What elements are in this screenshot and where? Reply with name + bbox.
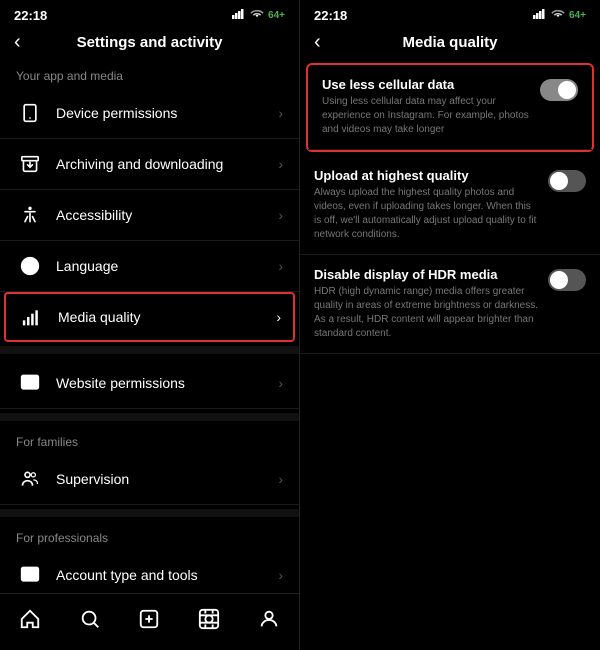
status-icons-right: 64+ (533, 8, 586, 22)
supervision-icon (16, 465, 44, 493)
settings-item-device[interactable]: Device permissions › (0, 88, 299, 139)
accessibility-icon (16, 201, 44, 229)
page-title-left: Settings and activity (77, 34, 223, 51)
website-chevron: › (278, 375, 283, 391)
back-button-right[interactable]: ‹ (314, 31, 321, 54)
nav-search[interactable] (70, 604, 110, 634)
divider-3 (0, 509, 299, 517)
nav-header-left: ‹ Settings and activity (0, 28, 299, 59)
right-panel: 22:18 64+ ‹ Media quality (300, 0, 600, 650)
archive-icon (16, 150, 44, 178)
hdr-name: Disable display of HDR media (314, 267, 540, 282)
nav-add[interactable] (129, 604, 169, 634)
battery-icon-left: 64+ (268, 10, 285, 21)
status-bar-left: 22:18 64+ (0, 0, 299, 28)
accessibility-label: Accessibility (56, 207, 278, 223)
section-label-professionals: For professionals (0, 521, 299, 550)
hdr-info: Disable display of HDR media HDR (high d… (314, 267, 540, 341)
account-tools-chevron: › (278, 567, 283, 583)
bottom-nav-left (0, 593, 299, 650)
signal-icon-left (232, 8, 246, 22)
upload-toggle-knob (550, 172, 568, 190)
upload-toggle[interactable] (548, 170, 586, 192)
supervision-chevron: › (278, 471, 283, 487)
website-label: Website permissions (56, 375, 278, 391)
settings-item-language[interactable]: Language › (0, 241, 299, 292)
settings-item-accessibility[interactable]: Accessibility › (0, 190, 299, 241)
cellular-toggle-knob (558, 81, 576, 99)
media-quality-icon (18, 303, 46, 331)
page-title-right: Media quality (402, 34, 497, 51)
status-bar-right: 22:18 64+ (300, 0, 600, 28)
setting-block-cellular: Use less cellular data Using less cellul… (308, 65, 592, 150)
section-label-families: For families (0, 425, 299, 454)
settings-scroll[interactable]: Your app and media Device permissions › (0, 59, 299, 593)
settings-item-supervision[interactable]: Supervision › (0, 454, 299, 505)
cellular-name: Use less cellular data (322, 77, 532, 92)
hdr-desc: HDR (high dynamic range) media offers gr… (314, 285, 540, 341)
hdr-toggle[interactable] (548, 269, 586, 291)
account-tools-label: Account type and tools (56, 567, 278, 583)
hdr-toggle-knob (550, 271, 568, 289)
nav-header-right: ‹ Media quality (300, 28, 600, 59)
settings-item-media-quality[interactable]: Media quality › (4, 292, 295, 342)
upload-info: Upload at highest quality Always upload … (314, 168, 540, 242)
time-right: 22:18 (314, 8, 347, 23)
archive-chevron: › (278, 156, 283, 172)
language-icon (16, 252, 44, 280)
setting-block-cellular-wrapper: Use less cellular data Using less cellul… (306, 63, 594, 152)
language-label: Language (56, 258, 278, 274)
setting-row-upload: Upload at highest quality Always upload … (314, 168, 586, 242)
section-label-app-media: Your app and media (0, 59, 299, 88)
device-chevron: › (278, 105, 283, 121)
device-label: Device permissions (56, 105, 278, 121)
settings-item-account-tools[interactable]: Account type and tools › (0, 550, 299, 593)
nav-home[interactable] (10, 604, 50, 634)
account-tools-icon (16, 561, 44, 589)
nav-reels[interactable] (189, 604, 229, 634)
nav-profile[interactable] (249, 604, 289, 634)
settings-item-website[interactable]: Website permissions › (0, 358, 299, 409)
settings-item-archive[interactable]: Archiving and downloading › (0, 139, 299, 190)
media-quality-label: Media quality (58, 309, 276, 325)
cellular-desc: Using less cellular data may affect your… (322, 95, 532, 137)
signal-icon-right (533, 8, 547, 22)
setting-row-hdr: Disable display of HDR media HDR (high d… (314, 267, 586, 341)
wifi-icon-left (250, 8, 264, 22)
status-icons-left: 64+ (232, 8, 285, 22)
divider-2 (0, 413, 299, 421)
back-button-left[interactable]: ‹ (14, 31, 21, 54)
divider-1 (0, 346, 299, 354)
battery-icon-right: 64+ (569, 10, 586, 21)
device-icon (16, 99, 44, 127)
cellular-info: Use less cellular data Using less cellul… (322, 77, 532, 137)
website-icon (16, 369, 44, 397)
upload-desc: Always upload the highest quality photos… (314, 186, 540, 242)
media-quality-chevron: › (276, 309, 281, 325)
language-chevron: › (278, 258, 283, 274)
left-panel: 22:18 64+ ‹ Settings and (0, 0, 300, 650)
accessibility-chevron: › (278, 207, 283, 223)
wifi-icon-right (551, 8, 565, 22)
setting-block-hdr: Disable display of HDR media HDR (high d… (300, 255, 600, 354)
upload-name: Upload at highest quality (314, 168, 540, 183)
setting-block-upload: Upload at highest quality Always upload … (300, 156, 600, 255)
time-left: 22:18 (14, 8, 47, 23)
supervision-label: Supervision (56, 471, 278, 487)
setting-row-cellular: Use less cellular data Using less cellul… (322, 77, 578, 137)
archive-label: Archiving and downloading (56, 156, 278, 172)
cellular-toggle[interactable] (540, 79, 578, 101)
